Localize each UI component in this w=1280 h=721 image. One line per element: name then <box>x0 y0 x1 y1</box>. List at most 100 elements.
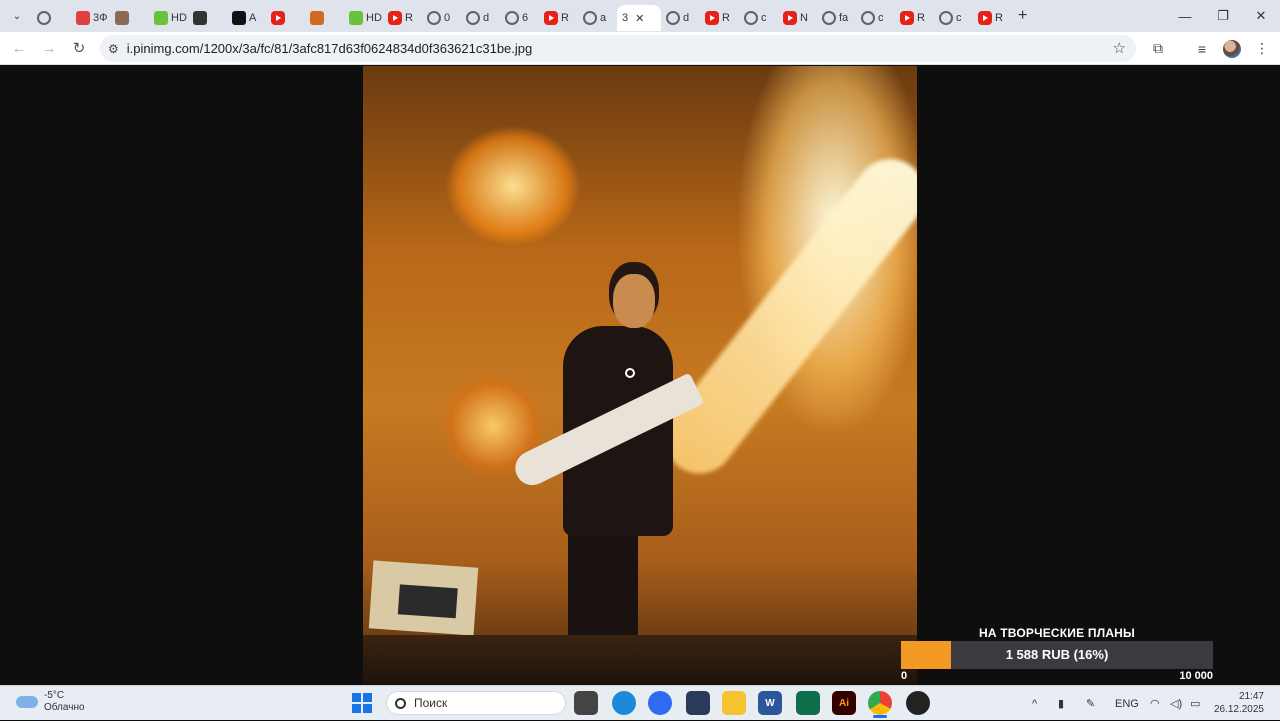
tab-title: 3 <box>622 12 629 24</box>
browser-tab[interactable]: fa <box>817 5 856 31</box>
donation-min-label: 0 <box>901 670 908 682</box>
tab-strip: ⌄ 3Ф HD A HD R 0 d 6 Ra 3 ✕ d Rc Nfa c Rc R + <box>0 0 1280 32</box>
menu-icon[interactable]: ⋮ <box>1248 32 1276 65</box>
tab-title: A <box>249 12 257 24</box>
back-button[interactable]: ← <box>4 33 34 63</box>
forward-button[interactable]: → <box>34 33 64 63</box>
zoom-icon[interactable] <box>648 691 672 715</box>
browser-tab[interactable]: A <box>227 5 266 31</box>
close-tab-icon[interactable]: ✕ <box>635 12 644 25</box>
taskbar-search[interactable]: Поиск <box>386 691 566 715</box>
browser-tab[interactable] <box>32 5 71 31</box>
browser-tab[interactable]: d <box>461 5 500 31</box>
file-explorer-icon[interactable] <box>722 691 746 715</box>
close-window-button[interactable]: ✕ <box>1242 0 1280 32</box>
browser-tab[interactable]: R <box>973 5 1012 31</box>
taskbar-search-placeholder: Поиск <box>414 696 448 710</box>
browser-tab[interactable]: c <box>934 5 973 31</box>
tab-list: 3Ф HD A HD R 0 d 6 Ra 3 ✕ d Rc Nfa c Rc R <box>32 1 1012 31</box>
youtube-icon <box>705 11 719 25</box>
reload-button[interactable]: ↻ <box>64 33 94 63</box>
media-controls-icon[interactable]: ≡ <box>1188 32 1216 65</box>
chrome-active-indicator <box>873 715 887 718</box>
wifi-icon[interactable]: ◠ <box>1150 686 1160 721</box>
tray-app-icon[interactable]: ▮ <box>1058 686 1064 721</box>
browser-tab[interactable]: c <box>856 5 895 31</box>
browser-tab[interactable] <box>110 5 149 31</box>
edge-icon[interactable] <box>612 691 636 715</box>
browser-tab[interactable]: HD <box>149 5 188 31</box>
browser-tab[interactable]: 3Ф <box>71 5 110 31</box>
donation-title: НА ТВОРЧЕСКИЕ ПЛАНЫ <box>978 626 1135 640</box>
youtube-icon <box>900 11 914 25</box>
start-button[interactable] <box>350 691 374 715</box>
browser-tab[interactable]: 0 <box>422 5 461 31</box>
weather-widget[interactable]: -5°C Облачно <box>16 690 85 714</box>
chrome-icon[interactable] <box>868 691 892 715</box>
browser-tab[interactable]: R <box>539 5 578 31</box>
browser-tab[interactable]: 3 ✕ <box>617 5 661 31</box>
browser-tab[interactable]: HD <box>344 5 383 31</box>
url-text[interactable]: i.pinimg.com/1200x/3a/fc/81/3afc817d63f0… <box>127 41 532 56</box>
address-bar[interactable]: ⚙ i.pinimg.com/1200x/3a/fc/81/3afc817d63… <box>100 35 1136 62</box>
word-icon[interactable]: W <box>758 691 782 715</box>
globe-icon <box>37 11 51 25</box>
battery-icon[interactable]: ▭ <box>1190 686 1200 721</box>
youtube-icon <box>388 11 402 25</box>
browser-tab[interactable]: a <box>578 5 617 31</box>
hd-green-icon <box>349 11 363 25</box>
browser-tab[interactable] <box>188 5 227 31</box>
globe-icon <box>666 11 680 25</box>
youtube-icon <box>783 11 797 25</box>
browser-tab[interactable] <box>266 5 305 31</box>
browser-tab[interactable] <box>305 5 344 31</box>
system-clock[interactable]: 21:47 26.12.2025 <box>1214 690 1264 716</box>
concert-photo[interactable] <box>363 66 917 685</box>
browser-tab[interactable]: d <box>661 5 700 31</box>
volume-icon[interactable]: ◁) <box>1170 686 1182 721</box>
browser-tab[interactable]: R <box>700 5 739 31</box>
task-view-icon[interactable] <box>574 691 598 715</box>
extensions-icon[interactable]: ⧉ <box>1144 32 1172 65</box>
tray-pen-icon[interactable]: ✎ <box>1086 686 1095 721</box>
tab-title: c <box>956 12 962 24</box>
clock-time: 21:47 <box>1238 691 1264 702</box>
kinopoisk-icon <box>193 11 207 25</box>
globe-icon <box>466 11 480 25</box>
bookmark-star-icon[interactable]: ☆ <box>1113 39 1126 57</box>
site-info-icon[interactable]: ⚙ <box>108 42 119 56</box>
language-indicator[interactable]: ENG <box>1115 686 1139 721</box>
minimize-button[interactable]: — <box>1166 0 1204 32</box>
app-record-icon[interactable] <box>906 691 930 715</box>
tab-search-button[interactable]: ⌄ <box>8 7 26 25</box>
hd-orange-icon <box>310 11 324 25</box>
tab-title: 0 <box>444 12 451 24</box>
profile-avatar[interactable] <box>1218 32 1246 65</box>
restore-button[interactable]: ❐ <box>1204 0 1242 32</box>
browser-tab[interactable]: R <box>383 5 422 31</box>
task-manager-icon[interactable] <box>686 691 710 715</box>
globe-icon <box>939 11 953 25</box>
stage-box <box>368 560 479 636</box>
app-icon[interactable] <box>796 691 820 715</box>
globe-icon <box>427 11 441 25</box>
taskbar: -5°C Облачно Поиск W Ai ^ ▮ ✎ ENG ◠ ◁) ▭… <box>0 685 1280 720</box>
illustrator-icon[interactable]: Ai <box>832 691 856 715</box>
new-tab-button[interactable]: + <box>1018 7 1027 25</box>
tab-title: d <box>683 12 690 24</box>
flame-jet <box>650 145 917 488</box>
tray-overflow-icon[interactable]: ^ <box>1032 686 1037 721</box>
image-viewer <box>0 66 1280 685</box>
browser-tab[interactable]: 6 <box>500 5 539 31</box>
tab-title: R <box>405 12 413 24</box>
globe-icon <box>583 11 597 25</box>
search-icon <box>395 697 406 709</box>
zoom-cursor-icon <box>625 368 635 378</box>
tab-title: R <box>722 12 730 24</box>
donation-max-label: 10 000 <box>1179 670 1213 682</box>
a-logo-icon <box>232 11 246 25</box>
tab-title: c <box>761 12 767 24</box>
browser-tab[interactable]: c <box>739 5 778 31</box>
browser-tab[interactable]: N <box>778 5 817 31</box>
browser-tab[interactable]: R <box>895 5 934 31</box>
